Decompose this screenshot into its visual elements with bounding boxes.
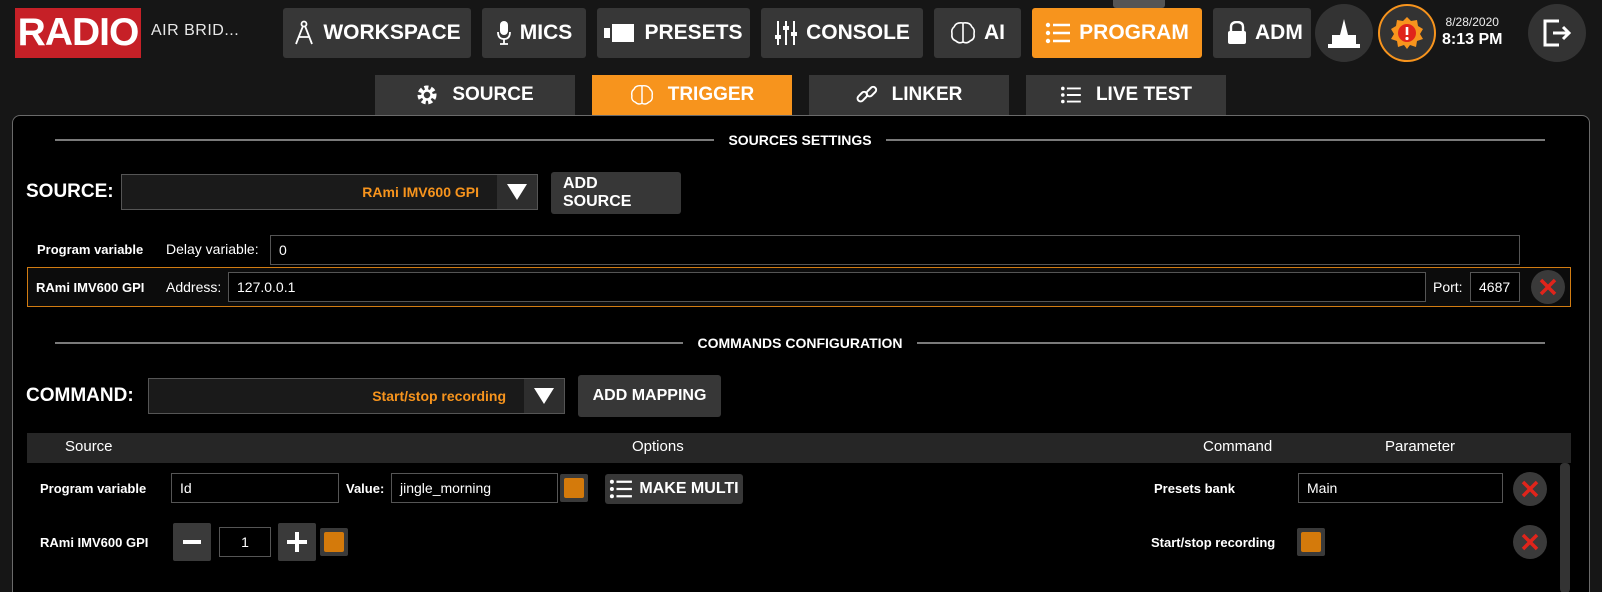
value-checkbox[interactable] — [560, 474, 588, 502]
mapping-command: Presets bank — [1154, 481, 1235, 496]
lock-icon — [1228, 21, 1246, 44]
tab-linker-label: LINKER — [891, 84, 963, 105]
plus-icon — [287, 532, 307, 552]
commands-config-header: COMMANDS CONFIGURATION — [55, 335, 1545, 351]
nav-presets[interactable]: PRESETS — [597, 8, 750, 58]
alert-badge-icon — [1391, 17, 1423, 49]
address-label: Address: — [166, 279, 222, 295]
link-icon — [856, 85, 877, 103]
remove-mapping-button[interactable] — [1513, 472, 1547, 506]
nav-ai-label: AI — [984, 21, 1005, 44]
port-label: Port: — [1433, 279, 1463, 295]
clock-date: 8/28/2020 — [1445, 15, 1499, 29]
sliders-icon — [775, 21, 798, 45]
list-icon — [1045, 22, 1071, 44]
tab-source[interactable]: SOURCE — [375, 75, 575, 115]
make-multi-button[interactable]: MAKE MULTI — [605, 474, 743, 504]
add-mapping-button[interactable]: ADD MAPPING — [578, 375, 721, 417]
mapping-source: RAmi IMV600 GPI — [40, 535, 149, 550]
delay-variable-label: Delay variable: — [166, 241, 259, 257]
compass-icon — [295, 20, 314, 45]
column-source: Source — [65, 438, 113, 455]
brain-icon — [950, 22, 976, 44]
increment-button[interactable] — [278, 523, 316, 561]
command-dropdown[interactable]: Start/stop recording — [148, 378, 565, 414]
mapping-source: Program variable — [40, 481, 147, 496]
counter-value[interactable]: 1 — [219, 527, 271, 557]
chevron-down-icon — [524, 379, 564, 413]
nav-program[interactable]: PROGRAM — [1032, 8, 1202, 58]
close-icon — [1539, 278, 1557, 296]
list-icon — [610, 479, 633, 499]
tab-live-test[interactable]: LIVE TEST — [1026, 75, 1226, 115]
source-row-name: Program variable — [37, 242, 144, 257]
commands-config-title: COMMANDS CONFIGURATION — [697, 335, 903, 351]
gear-icon — [417, 85, 437, 105]
radio-logo: RADIO — [15, 8, 141, 58]
column-command: Command — [1203, 438, 1273, 455]
command-checkbox[interactable] — [1297, 528, 1325, 556]
tab-linker[interactable]: LINKER — [809, 75, 1009, 115]
nav-workspace-label: WORKSPACE — [323, 21, 461, 44]
gpi-checkbox[interactable] — [320, 528, 348, 556]
source-dropdown[interactable]: RAmi IMV600 GPI — [121, 174, 538, 210]
column-options: Options — [632, 438, 684, 455]
command-dropdown-value: Start/stop recording — [372, 388, 506, 404]
brain-icon — [630, 84, 653, 105]
nav-console[interactable]: CONSOLE — [761, 8, 923, 58]
mapping-command: Start/stop recording — [1151, 535, 1276, 550]
chevron-down-icon — [497, 175, 537, 209]
clock: 8/28/2020 8:13 PM — [1442, 15, 1502, 49]
table-scrollbar[interactable] — [1560, 463, 1570, 592]
decrement-button[interactable] — [173, 523, 211, 561]
mapping-table-header — [27, 433, 1571, 463]
mini-window-handle[interactable] — [1113, 0, 1165, 8]
add-source-button[interactable]: ADD SOURCE — [551, 172, 681, 214]
nav-ai[interactable]: AI — [934, 8, 1021, 58]
tab-trigger[interactable]: TRIGGER — [592, 75, 792, 115]
source-label: SOURCE: — [26, 181, 114, 202]
nav-workspace[interactable]: WORKSPACE — [283, 8, 471, 58]
remove-source-button[interactable] — [1531, 270, 1565, 304]
nav-presets-label: PRESETS — [644, 21, 743, 44]
tab-live-test-label: LIVE TEST — [1095, 84, 1193, 105]
tab-trigger-label: TRIGGER — [667, 84, 755, 105]
on-air-mic-button[interactable] — [1315, 4, 1373, 62]
source-dropdown-value: RAmi IMV600 GPI — [362, 184, 479, 200]
presets-icon — [604, 24, 635, 42]
alert-button[interactable] — [1378, 4, 1436, 62]
make-multi-label: MAKE MULTI — [639, 480, 739, 497]
sources-settings-title: SOURCES SETTINGS — [728, 132, 872, 148]
nav-mics[interactable]: MICS — [482, 8, 586, 58]
close-icon — [1521, 480, 1539, 498]
microphone-icon — [496, 21, 511, 45]
broadcast-mic-icon — [1328, 19, 1360, 48]
parameter-field[interactable]: Main — [1298, 473, 1503, 503]
remove-mapping-button[interactable] — [1513, 525, 1547, 559]
nav-program-label: PROGRAM — [1079, 21, 1189, 44]
logout-button[interactable] — [1528, 4, 1586, 62]
nav-console-label: CONSOLE — [806, 21, 910, 44]
variable-value-field[interactable]: jingle_morning — [391, 473, 558, 503]
source-row-name: RAmi IMV600 GPI — [36, 280, 145, 295]
sources-settings-header: SOURCES SETTINGS — [55, 132, 1546, 148]
logout-icon — [1543, 19, 1572, 47]
nav-adm-label: ADM — [1255, 21, 1303, 44]
delay-variable-field[interactable]: 0 — [270, 235, 1520, 265]
nav-adm[interactable]: ADM — [1213, 8, 1311, 58]
column-parameter: Parameter — [1385, 438, 1456, 455]
nav-mics-label: MICS — [519, 21, 573, 44]
tab-source-label: SOURCE — [452, 84, 534, 105]
minus-icon — [183, 540, 201, 544]
station-name: AIR BRID... — [151, 22, 240, 39]
variable-id-field[interactable]: Id — [171, 473, 339, 503]
address-field[interactable]: 127.0.0.1 — [228, 272, 1426, 302]
port-field[interactable]: 4687 — [1470, 272, 1520, 302]
list-icon — [1060, 86, 1081, 104]
command-label: COMMAND: — [26, 385, 134, 406]
value-label: Value: — [346, 481, 385, 496]
close-icon — [1521, 533, 1539, 551]
clock-time: 8:13 PM — [1442, 31, 1503, 48]
